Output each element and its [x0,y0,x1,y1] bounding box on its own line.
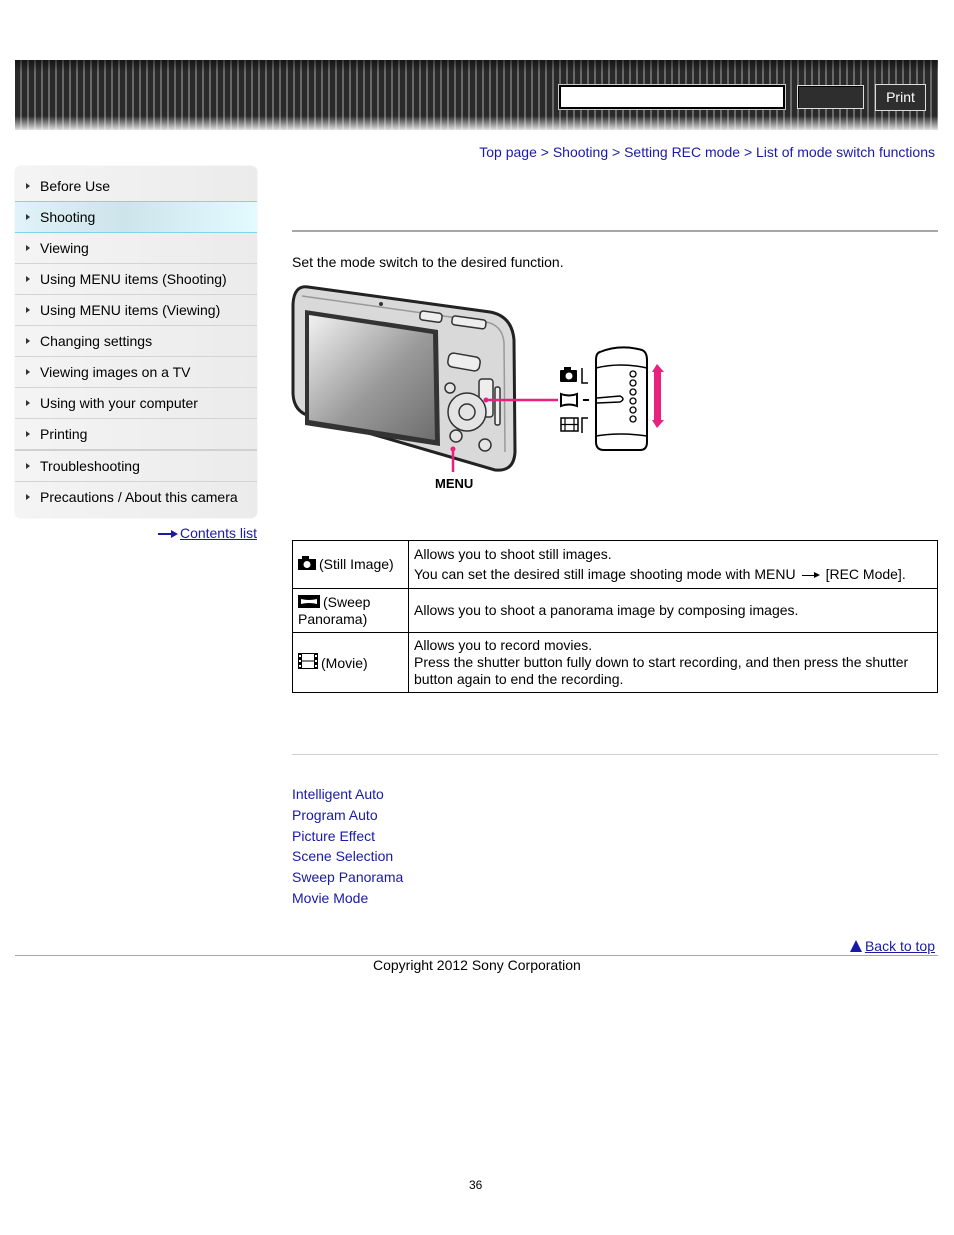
breadcrumb-setting-rec-mode[interactable]: Setting REC mode [624,144,740,160]
breadcrumb-separator: > [743,144,753,160]
mode-cell: (Movie) [292,632,409,693]
sweep-panorama-mode-icon [560,392,589,408]
camera-diagram: MENU [291,285,664,491]
sidebar-item-viewing[interactable]: Viewing [15,233,257,264]
mode-name: (Still Image) [319,556,394,572]
triangle-right-icon [26,338,30,344]
sidebar-item-printing[interactable]: Printing [15,419,257,451]
title-divider [292,230,938,232]
related-link-intelligent-auto[interactable]: Intelligent Auto [292,784,403,805]
triangle-right-icon [26,276,30,282]
contents-list-label: Contents list [179,525,257,541]
breadcrumb-shooting[interactable]: Shooting [553,144,608,160]
triangle-right-icon [26,494,30,500]
sidebar-item-label: Using with your computer [40,395,198,411]
menu-label: MENU [435,476,473,491]
triangle-right-icon [26,214,30,220]
sidebar-item-viewing-on-tv[interactable]: Viewing images on a TV [15,357,257,388]
mode-name: (Movie) [321,655,368,671]
sidebar-item-changing-settings[interactable]: Changing settings [15,326,257,357]
related-link-program-auto[interactable]: Program Auto [292,805,403,826]
sidebar-item-label: Viewing images on a TV [40,364,191,380]
footer-divider [15,955,938,956]
mode-cell: (Sweep Panorama) [292,588,409,633]
back-to-top-link[interactable]: Back to top [849,938,935,954]
breadcrumb-current-page[interactable]: List of mode switch functions [756,144,935,160]
search-button[interactable] [797,85,864,109]
sidebar-item-troubleshooting[interactable]: Troubleshooting [15,451,257,482]
movie-icon [298,653,318,669]
movie-mode-icon [560,417,588,433]
sidebar-item-label: Viewing [40,240,89,256]
breadcrumb: Top page > Shooting > Setting REC mode >… [479,144,935,160]
contents-list-link[interactable]: Contents list [157,525,257,541]
sidebar-item-precautions[interactable]: Precautions / About this camera [15,482,257,512]
camera-mode-switch-illustration: MENU [290,282,670,494]
triangle-right-icon [26,183,30,189]
table-row: (Sweep Panorama) Allows you to shoot a p… [292,588,938,633]
arrow-right-icon [157,530,178,539]
related-topics-list: Intelligent Auto Program Auto Picture Ef… [292,784,403,909]
sidebar-item-label: Printing [40,426,88,442]
sidebar-nav: Before Use Shooting Viewing Using MENU i… [15,166,257,518]
still-image-mode-icon [560,367,588,384]
related-link-picture-effect[interactable]: Picture Effect [292,826,403,847]
slide-direction-arrow-icon [652,364,664,428]
triangle-right-icon [26,307,30,313]
triangle-right-icon [26,369,30,375]
breadcrumb-separator: > [612,144,621,160]
description-line: Allows you to shoot still images. [414,546,612,562]
sidebar-item-before-use[interactable]: Before Use [15,171,257,202]
related-link-scene-selection[interactable]: Scene Selection [292,846,403,867]
description-cell: Allows you to shoot a panorama image by … [408,588,938,633]
mode-cell: (Still Image) [292,540,409,589]
sidebar-item-label: Changing settings [40,333,153,349]
sidebar-item-label: Shooting [40,209,96,225]
sidebar-item-label: Using MENU items (Viewing) [40,302,221,318]
description-line: You can set the desired still image shoo… [414,566,796,582]
related-link-movie-mode[interactable]: Movie Mode [292,888,403,909]
sweep-panorama-icon [298,594,320,608]
triangle-right-icon [26,400,30,406]
still-image-icon [298,556,316,570]
description-cell: Allows you to record movies. Press the s… [408,632,938,693]
sidebar-item-label: Precautions / About this camera [40,489,238,505]
back-to-top-label: Back to top [864,938,935,954]
intro-text: Set the mode switch to the desired funct… [292,254,564,270]
breadcrumb-separator: > [540,144,549,160]
copyright-text: Copyright 2012 Sony Corporation [373,957,581,973]
sidebar-item-menu-shooting[interactable]: Using MENU items (Shooting) [15,264,257,295]
description-line: Allows you to shoot a panorama image by … [414,602,799,618]
mode-functions-table: (Still Image) Allows you to shoot still … [292,540,938,693]
search-input[interactable] [558,84,786,110]
section-divider [292,754,938,755]
breadcrumb-top-page[interactable]: Top page [479,144,537,160]
description-line: Press the shutter button fully down to s… [414,654,909,687]
triangle-right-icon [26,463,30,469]
arrow-right-icon [801,571,820,579]
sidebar-item-menu-viewing[interactable]: Using MENU items (Viewing) [15,295,257,326]
triangle-right-icon [26,245,30,251]
table-row: (Still Image) Allows you to shoot still … [292,540,938,589]
table-row: (Movie) Allows you to record movies. Pre… [292,632,938,693]
description-line: [REC Mode]. [825,566,906,582]
sidebar-item-label: Troubleshooting [40,458,140,474]
mode-switch-closeup [595,346,648,451]
print-button[interactable]: Print [875,84,926,111]
sidebar-item-label: Before Use [40,178,111,194]
description-cell: Allows you to shoot still images. You ca… [408,540,938,589]
sidebar-item-using-with-computer[interactable]: Using with your computer [15,388,257,419]
triangle-right-icon [26,431,30,437]
related-link-sweep-panorama[interactable]: Sweep Panorama [292,867,403,888]
description-line: Allows you to record movies. [414,637,593,653]
sidebar-item-shooting[interactable]: Shooting [15,201,257,233]
page-number: 36 [469,1178,483,1192]
triangle-up-icon [849,940,862,952]
sidebar-item-label: Using MENU items (Shooting) [40,271,227,287]
